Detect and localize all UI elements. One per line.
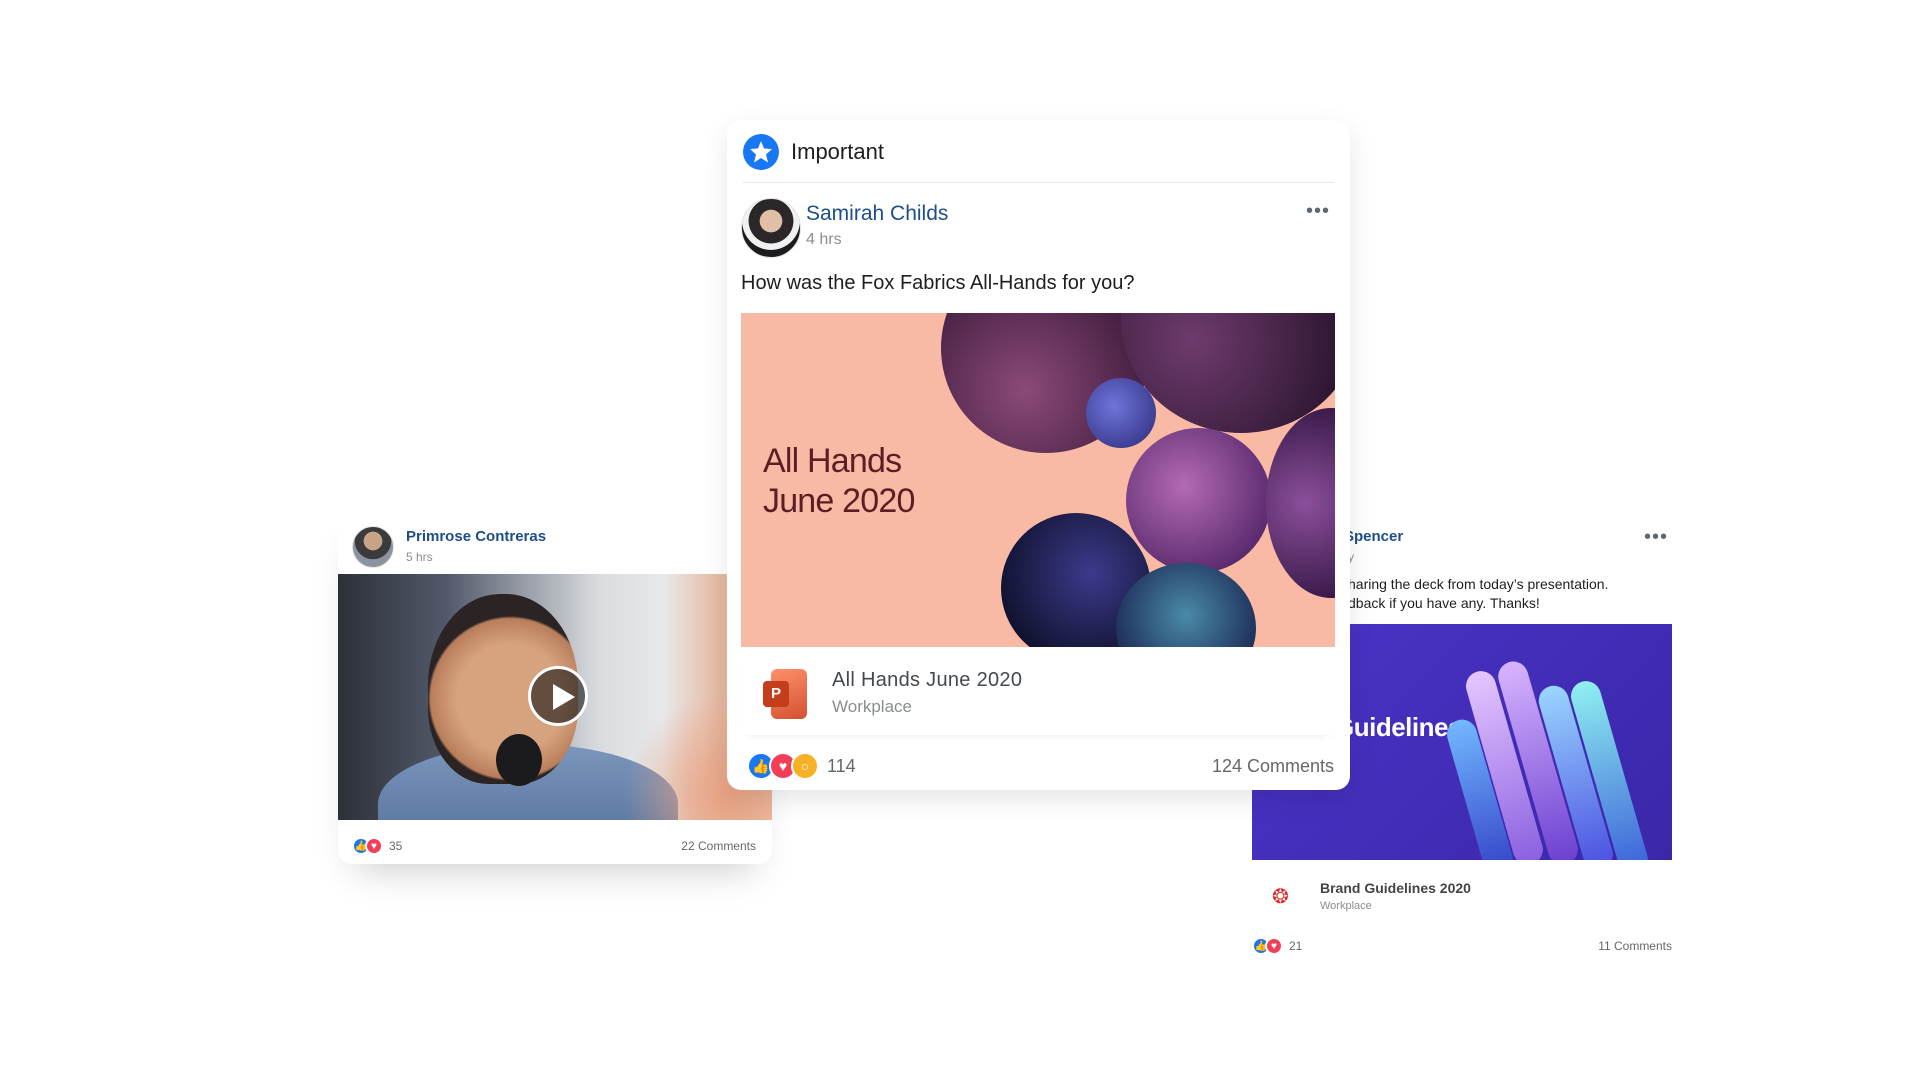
video-thumbnail-microphone <box>496 734 542 786</box>
post-text: How was the Fox Fabrics All-Hands for yo… <box>741 272 1135 294</box>
header-divider <box>743 182 1334 183</box>
reactions[interactable]: 👍 ♥ ○ 114 <box>747 752 856 780</box>
important-label: Important <box>791 139 884 164</box>
right-author-name[interactable]: Spencer <box>1344 528 1403 545</box>
left-comment-count[interactable]: 22 Comments <box>681 839 756 853</box>
important-header: Important <box>743 134 884 170</box>
more-options-icon[interactable]: ••• <box>1306 201 1330 221</box>
right-reaction-count: 21 <box>1289 939 1303 953</box>
wow-icon: ○ <box>791 752 819 780</box>
right-more-options-icon[interactable]: ••• <box>1644 527 1668 547</box>
reaction-count: 114 <box>827 755 856 776</box>
love-icon: ♥ <box>365 837 383 855</box>
star-icon <box>743 134 779 170</box>
post-time[interactable]: 4 hrs <box>806 231 842 249</box>
right-file-name[interactable]: Brand Guidelines 2020 <box>1320 880 1471 896</box>
comment-count[interactable]: 124 Comments <box>1212 756 1334 777</box>
center-post-card: Important Samirah Childs 4 hrs ••• How w… <box>727 120 1350 790</box>
left-author-name[interactable]: Primrose Contreras <box>406 528 546 545</box>
left-post-video[interactable] <box>338 574 772 820</box>
love-icon: ♥ <box>1265 937 1283 955</box>
right-slide-title: Guidelines <box>1334 712 1462 742</box>
play-icon[interactable] <box>528 666 588 726</box>
right-post-text-line-2: dback if you have any. Thanks! <box>1348 595 1540 611</box>
slide-bubble <box>1266 408 1335 598</box>
file-name[interactable]: All Hands June 2020 <box>832 669 1022 692</box>
right-comment-count[interactable]: 11 Comments <box>1598 939 1672 953</box>
right-post-text-line-1: haring the deck from today’s presentatio… <box>1348 576 1609 592</box>
left-reactions[interactable]: 👍 ♥ 35 <box>352 837 402 855</box>
left-post-card: Primrose Contreras 5 hrs 👍 ♥ 35 22 Comme… <box>338 508 772 864</box>
powerpoint-icon: P <box>763 669 807 719</box>
slide-bubble <box>1126 428 1271 573</box>
left-reaction-count: 35 <box>389 839 403 853</box>
acrobat-icon: ❂ <box>1272 886 1289 908</box>
author-avatar[interactable] <box>741 198 801 258</box>
left-post-time[interactable]: 5 hrs <box>406 550 433 564</box>
slide-preview[interactable]: All Hands June 2020 <box>741 313 1335 647</box>
left-author-avatar[interactable] <box>352 526 394 568</box>
file-source: Workplace <box>832 697 912 716</box>
slide-bubble <box>1086 378 1156 448</box>
attachment-row[interactable]: P All Hands June 2020 Workplace <box>741 647 1335 735</box>
right-reactions[interactable]: 👍 ♥ 21 <box>1252 937 1302 955</box>
slide-title: All Hands June 2020 <box>763 442 915 520</box>
author-name[interactable]: Samirah Childs <box>806 202 948 226</box>
right-file-source: Workplace <box>1320 900 1372 912</box>
